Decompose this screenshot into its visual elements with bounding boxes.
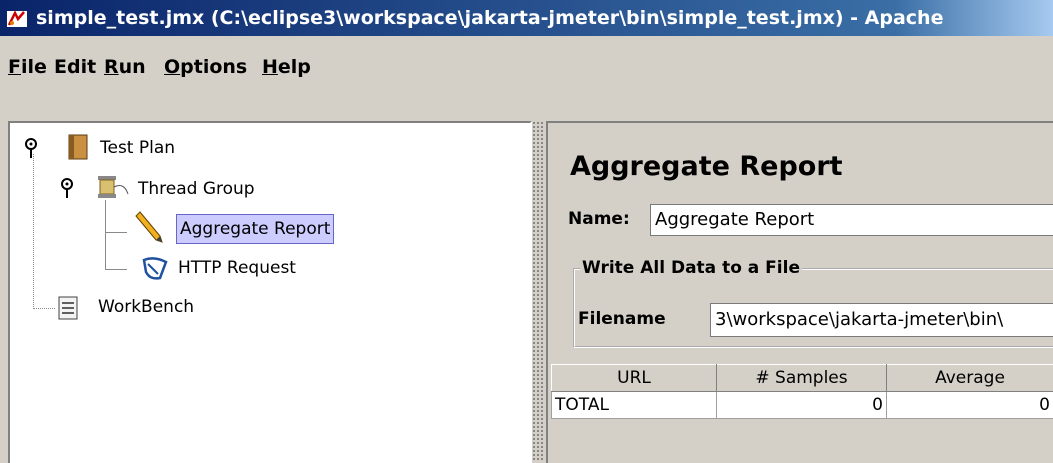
http-sampler-icon	[138, 254, 172, 284]
book-icon	[66, 132, 92, 162]
expand-toggle-icon[interactable]	[22, 136, 42, 162]
menu-run[interactable]: Run	[104, 56, 146, 78]
spool-icon	[92, 172, 134, 202]
tree-panel[interactable]	[8, 121, 532, 463]
tree-item-thread-group[interactable]: Thread Group	[138, 179, 255, 199]
tree-item-test-plan[interactable]: Test Plan	[100, 138, 175, 158]
jmeter-app-icon	[6, 9, 28, 29]
window-title: simple_test.jmx (C:\eclipse3\workspace\j…	[36, 0, 943, 36]
cell-average: 0	[887, 392, 1053, 419]
panel-heading: Aggregate Report	[570, 151, 843, 182]
column-header-url[interactable]: URL	[552, 365, 717, 392]
cell-url: TOTAL	[552, 392, 717, 419]
tree-item-workbench[interactable]: WorkBench	[98, 297, 194, 317]
aggregate-table: URL # Samples Average TOTAL 0 0	[551, 364, 1053, 419]
menu-bar: File Edit Run Options Help	[0, 50, 1053, 90]
tree-item-aggregate-report[interactable]: Aggregate Report	[176, 214, 334, 244]
menu-options[interactable]: Options	[164, 56, 247, 78]
name-label: Name:	[568, 209, 630, 229]
menu-help[interactable]: Help	[262, 56, 311, 78]
tree-line	[105, 232, 127, 233]
tree-item-http-request[interactable]: HTTP Request	[178, 258, 296, 278]
clipboard-icon	[56, 294, 80, 322]
name-input[interactable]: Aggregate Report	[650, 204, 1053, 236]
pencil-icon	[134, 208, 168, 246]
tree-line	[33, 308, 55, 309]
cell-samples: 0	[717, 392, 887, 419]
tree-line	[105, 200, 106, 270]
menu-edit[interactable]: Edit	[54, 56, 96, 78]
write-data-group-title: Write All Data to a File	[580, 258, 802, 278]
expand-toggle-icon[interactable]	[58, 176, 78, 202]
filename-input[interactable]: 3\workspace\jakarta-jmeter\bin\	[710, 303, 1053, 337]
menu-file[interactable]: File	[8, 56, 47, 78]
table-row[interactable]: TOTAL 0 0	[552, 392, 1053, 419]
tree-line	[105, 269, 127, 270]
tree-line	[33, 154, 34, 309]
table-header-row: URL # Samples Average	[552, 365, 1053, 392]
filename-label: Filename	[578, 309, 666, 329]
split-pane-divider[interactable]	[532, 121, 544, 461]
column-header-average[interactable]: Average	[887, 365, 1053, 392]
window-titlebar[interactable]: simple_test.jmx (C:\eclipse3\workspace\j…	[0, 0, 1053, 36]
column-header-samples[interactable]: # Samples	[717, 365, 887, 392]
